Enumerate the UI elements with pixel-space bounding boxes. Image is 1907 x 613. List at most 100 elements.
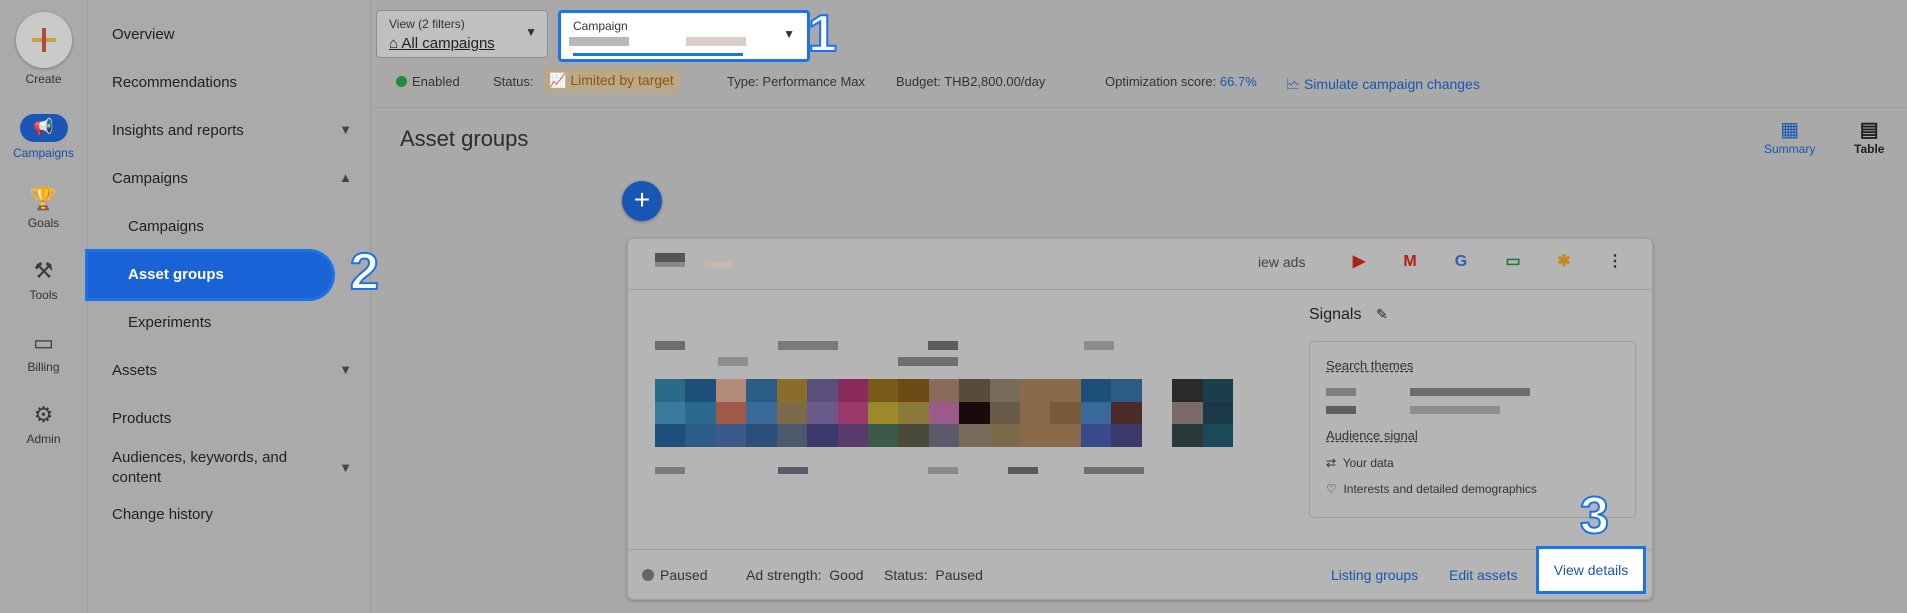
blurred-text [928, 467, 958, 474]
nav-item-campaigns-sub[interactable]: Campaigns [128, 218, 348, 235]
blurred-text [655, 341, 685, 350]
rail-tools-label: Tools [29, 288, 58, 302]
callout-number: 3 [1579, 487, 1610, 545]
gmail-icon[interactable]: M [1399, 251, 1421, 273]
pause-icon [642, 569, 654, 581]
nav-item-insights[interactable]: Insights and reports ▼ [112, 122, 352, 139]
google-search-icon[interactable]: G [1450, 251, 1472, 273]
nav-item-audiences[interactable]: Audiences, keywords, and content ▼ [112, 448, 352, 488]
page-title: Asset groups [400, 126, 529, 151]
rail-item-tools[interactable]: ⚒ Tools [0, 258, 87, 302]
nav-audiences-label: Audiences, keywords, and content [112, 449, 288, 486]
view-details-button[interactable]: View details [1536, 546, 1646, 594]
blurred-text [928, 341, 958, 350]
blurred-theme [1410, 406, 1500, 414]
youtube-icon[interactable]: ▶ [1348, 251, 1370, 273]
create-button[interactable]: Create [0, 12, 87, 86]
blurred-theme [1410, 388, 1530, 396]
ad-strength-label: Ad strength: [746, 567, 822, 583]
nav-overview-label: Overview [112, 26, 175, 43]
rail-billing-label: Billing [27, 360, 60, 374]
signals-title: Signals ✎ [1309, 306, 1388, 324]
asset-group-status-label: Status: [884, 567, 928, 583]
blurred-campaign-name [686, 37, 746, 46]
your-data-label: Your data [1342, 456, 1394, 470]
gear-icon: ⚙ [33, 402, 54, 427]
listing-groups-link[interactable]: Listing groups [1331, 567, 1418, 583]
asset-group-status: Status: Paused [884, 567, 983, 583]
blurred-text [655, 467, 685, 474]
display-icon[interactable]: ▭ [1502, 251, 1524, 273]
enabled-text: Enabled [412, 74, 460, 89]
rail-item-goals[interactable]: 🏆 Goals [0, 186, 87, 230]
card-header: iew ads ▶ M G ▭ ✱ ⋮ [628, 239, 1652, 290]
dropdown-arrow-icon: ▼ [783, 27, 795, 41]
blurred-text [1084, 341, 1114, 350]
blurred-thumbnail [655, 262, 685, 267]
rail-item-admin[interactable]: ⚙ Admin [0, 402, 87, 446]
blurred-text [778, 467, 808, 474]
audience-signal-link[interactable]: Audience signal [1326, 428, 1418, 443]
create-label: Create [25, 72, 62, 86]
trophy-icon: 🏆 [29, 186, 58, 211]
campaign-status-bar: Enabled Status: 📈 Limited by target Type… [372, 68, 1907, 93]
nav-item-change-history[interactable]: Change history [112, 506, 352, 523]
status-label: Status: [493, 74, 534, 89]
campaign-filter-focus-bar [573, 53, 743, 56]
edit-pencil-icon[interactable]: ✎ [1376, 306, 1388, 322]
rail-item-campaigns[interactable]: 📢 Campaigns [0, 114, 87, 160]
callout-number: 1 [807, 5, 838, 63]
blurred-text [1008, 467, 1038, 474]
opt-score-label: Optimization score: [1105, 74, 1217, 89]
blurred-thumbnail [655, 253, 685, 262]
view-ads-link[interactable]: iew ads [1258, 254, 1305, 270]
edit-assets-link[interactable]: Edit assets [1449, 567, 1517, 583]
add-asset-group-button[interactable]: + [622, 181, 662, 221]
view-filter[interactable]: View (2 filters) ⌂ All campaigns ▼ [376, 10, 548, 58]
nav-assets-label: Assets [112, 362, 158, 379]
optimization-score[interactable]: Optimization score: 66.7% [1105, 74, 1257, 89]
limited-status-badge[interactable]: 📈 Limited by target [543, 68, 680, 93]
simulate-campaign-changes-link[interactable]: 🗠 Simulate campaign changes [1286, 74, 1480, 98]
nav-panel: Overview Recommendations Insights and re… [88, 0, 371, 613]
blurred-theme [1326, 406, 1356, 414]
sync-icon: ⇄ [1326, 456, 1337, 470]
blurred-theme [1326, 388, 1356, 396]
campaign-filter-label: Campaign [573, 19, 628, 33]
rail-admin-label: Admin [26, 432, 61, 446]
your-data-item: ⇄ Your data [1326, 456, 1394, 470]
ad-strength-value: Good [829, 567, 864, 583]
nav-item-recommendations[interactable]: Recommendations [112, 74, 352, 91]
discover-icon[interactable]: ✱ [1553, 251, 1575, 273]
nav-item-experiments[interactable]: Experiments [128, 314, 348, 331]
table-view-button[interactable]: ▤ Table [1854, 118, 1884, 156]
campaign-budget: Budget: THB2,800.00/day [896, 74, 1046, 89]
nav-item-asset-groups[interactable]: Asset groups [88, 252, 332, 298]
nav-campaigns-label: Campaigns [112, 170, 188, 187]
blurred-text [778, 341, 838, 350]
nav-item-assets[interactable]: Assets ▼ [112, 362, 352, 379]
search-themes-link[interactable]: Search themes [1326, 358, 1413, 373]
nav-item-products[interactable]: Products [112, 410, 352, 427]
nav-insights-label: Insights and reports [112, 122, 244, 139]
enabled-dot-icon [396, 76, 407, 87]
card-footer: Paused Ad strength: Good Status: Paused … [628, 549, 1652, 599]
rail-campaigns-label: Campaigns [13, 146, 74, 160]
table-icon: ▤ [1859, 119, 1879, 141]
credit-card-icon: ▭ [33, 330, 54, 355]
summary-view-button[interactable]: ▦ Summary [1764, 118, 1815, 156]
blurred-text [1084, 467, 1144, 474]
ad-strength: Ad strength: Good [746, 567, 864, 583]
plus-icon: + [633, 184, 651, 215]
nav-item-overview[interactable]: Overview [112, 26, 352, 43]
nav-change-history-label: Change history [112, 506, 213, 523]
left-rail: Create 📢 Campaigns 🏆 Goals ⚒ Tools ▭ Bil… [0, 0, 88, 613]
campaign-filter[interactable]: Campaign ▼ [558, 10, 810, 62]
blurred-text [718, 357, 748, 366]
rail-item-billing[interactable]: ▭ Billing [0, 330, 87, 374]
nav-item-campaigns[interactable]: Campaigns ▲ [112, 170, 352, 187]
summary-label: Summary [1764, 142, 1816, 156]
chart-icon: 🗠 [1286, 76, 1301, 92]
more-vert-icon[interactable]: ⋮ [1604, 251, 1626, 273]
chevron-down-icon: ▼ [339, 122, 352, 137]
